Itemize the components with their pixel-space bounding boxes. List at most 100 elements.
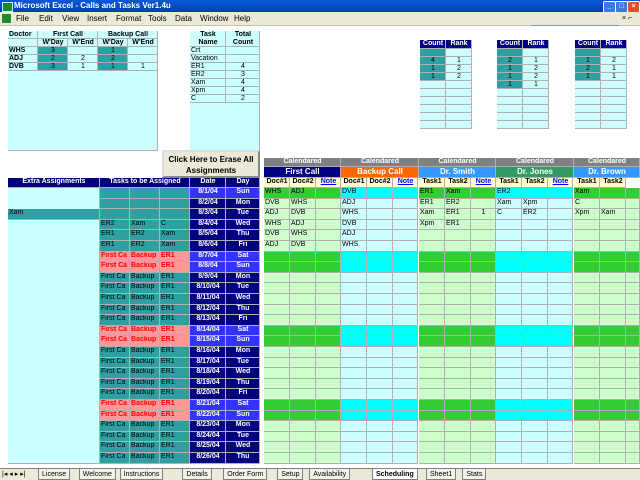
note-cell[interactable] [393,315,418,326]
task-to-assign[interactable]: First Ca [100,273,130,283]
tab-details[interactable]: Details [182,469,212,480]
rank-cell[interactable]: 2 [523,73,549,81]
task-to-assign[interactable]: First Ca [100,453,130,464]
assignment-cell[interactable] [600,199,626,209]
doctor-header[interactable]: Doctor [8,31,38,39]
note-cell[interactable] [393,432,418,442]
tab-order-form[interactable]: Order Form [223,469,268,480]
note-cell[interactable] [471,305,496,315]
subheader-task2[interactable]: Task2 [600,178,626,188]
assignment-cell[interactable] [522,273,548,283]
subheader-3[interactable]: W'End [128,39,158,47]
assignment-cell[interactable] [522,220,548,230]
menu-window[interactable]: Window [200,13,228,25]
assignment-cell[interactable]: DVB [290,241,316,252]
assignment-cell[interactable] [522,421,548,432]
assignment-cell[interactable] [522,294,548,305]
task-to-assign[interactable]: ER1 [160,262,190,273]
assignment-cell[interactable]: ER1 [419,188,445,199]
assignment-cell[interactable] [341,389,367,400]
count-cell[interactable]: 1 [497,73,523,81]
assignment-cell[interactable] [574,315,600,326]
assignment-cell[interactable] [264,294,290,305]
calendared-label[interactable]: Calendared [419,158,496,167]
note-cell[interactable] [548,347,573,358]
assignment-cell[interactable] [496,389,522,400]
assignment-cell[interactable] [290,453,316,464]
assignment-cell[interactable] [419,283,445,294]
assignment-cell[interactable] [290,421,316,432]
rank-cell[interactable] [446,105,472,113]
assignment-cell[interactable] [445,273,471,283]
assignment-cell[interactable]: Xpm [522,199,548,209]
tab-availability[interactable]: Availability [309,469,351,480]
note-cell[interactable] [548,411,573,421]
day-cell[interactable]: Mon [226,347,260,358]
rank-cell[interactable] [446,49,472,57]
assignment-cell[interactable] [367,315,393,326]
count-cell[interactable] [420,81,446,89]
assignment-cell[interactable] [574,411,600,421]
note-cell[interactable] [393,347,418,358]
assignment-cell[interactable] [496,241,522,252]
subheader-task2[interactable]: Task2 [522,178,548,188]
task-to-assign[interactable]: First Ca [100,400,130,411]
note-cell[interactable] [393,209,418,220]
note-cell[interactable] [548,368,573,379]
assignment-cell[interactable] [290,326,316,336]
assignment-cell[interactable] [264,400,290,411]
note-cell[interactable] [316,358,341,368]
note-cell[interactable] [316,273,341,283]
note-cell[interactable] [626,389,640,400]
assignment-cell[interactable] [367,241,393,252]
assignment-cell[interactable] [290,389,316,400]
assignment-cell[interactable] [496,315,522,326]
task-to-assign[interactable]: Backup [130,252,160,262]
note-cell[interactable] [626,188,640,199]
assignment-cell[interactable] [367,294,393,305]
count-cell[interactable] [420,97,446,105]
task-to-assign[interactable]: First Ca [100,294,130,305]
note-cell[interactable] [393,273,418,283]
note-cell[interactable] [316,262,341,273]
note-cell[interactable] [316,252,341,262]
assignment-cell[interactable]: Xam [445,188,471,199]
assignment-cell[interactable] [496,379,522,389]
assignment-cell[interactable] [264,358,290,368]
assignment-cell[interactable] [367,220,393,230]
rank-cell[interactable] [446,81,472,89]
note-cell[interactable] [548,188,573,199]
assignment-cell[interactable] [600,315,626,326]
date-cell[interactable]: 8/25/04 [190,442,226,453]
task-to-assign[interactable]: ER1 [160,358,190,368]
note-cell[interactable] [316,432,341,442]
task-to-assign[interactable]: Backup [130,273,160,283]
subheader-note[interactable]: Note [393,178,418,188]
doctor-name[interactable]: DVB [8,63,38,71]
doctor-count[interactable] [128,47,158,55]
rank-cell[interactable] [601,105,627,113]
subheader-task1[interactable]: Task1 [419,178,445,188]
assignment-cell[interactable] [445,389,471,400]
day-cell[interactable]: Thu [226,305,260,315]
count-cell[interactable] [497,97,523,105]
assignment-cell[interactable] [600,389,626,400]
note-cell[interactable] [548,315,573,326]
assignment-cell[interactable] [264,368,290,379]
assignment-cell[interactable] [341,453,367,464]
assignment-cell[interactable] [264,326,290,336]
task-to-assign[interactable]: Backup [130,336,160,347]
count-cell[interactable] [420,105,446,113]
task-to-assign[interactable]: First Ca [100,432,130,442]
assignment-cell[interactable] [522,262,548,273]
assignment-cell[interactable] [496,368,522,379]
task-to-assign[interactable]: Xam [130,220,160,230]
task-to-assign[interactable]: Xam [160,241,190,252]
assignment-cell[interactable] [264,389,290,400]
assignment-cell[interactable] [445,283,471,294]
date-cell[interactable]: 8/18/04 [190,368,226,379]
menu-data[interactable]: Data [175,13,192,25]
count-cell[interactable]: 1 [497,65,523,73]
task-to-assign[interactable]: ER1 [160,442,190,453]
assignment-cell[interactable]: DVB [264,199,290,209]
